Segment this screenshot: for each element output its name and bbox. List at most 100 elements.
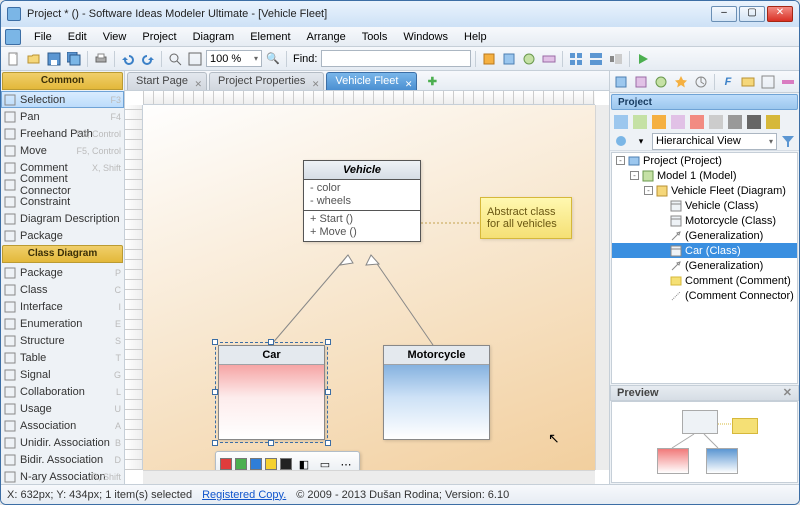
project-tree[interactable]: -Project (Project)-Model 1 (Model)-Vehic…	[611, 152, 798, 384]
rt-btn[interactable]	[612, 113, 630, 131]
tool-common-move[interactable]: MoveF5, Control	[1, 142, 124, 159]
diagram-canvas[interactable]: Vehicle - color - wheels + Start () + Mo…	[143, 105, 595, 470]
tree-node[interactable]: (Comment Connector)	[612, 288, 797, 303]
tb-grid-2[interactable]	[587, 50, 605, 68]
tb-grid-1[interactable]	[567, 50, 585, 68]
zoom-in-button[interactable]: 🔍	[264, 50, 282, 68]
rt-btn[interactable]	[779, 73, 797, 91]
color-swatch-green[interactable]	[235, 458, 247, 470]
tb-extra-3[interactable]	[520, 50, 538, 68]
tb-extra-2[interactable]	[500, 50, 518, 68]
resize-handle[interactable]	[325, 440, 331, 446]
tool-class-unidir-association[interactable]: Unidir. AssociationB	[1, 434, 124, 451]
tool-class-association[interactable]: AssociationA	[1, 417, 124, 434]
tool-common-comment-connector[interactable]: Comment Connector	[1, 176, 124, 193]
menu-arrange[interactable]: Arrange	[300, 29, 353, 45]
menu-file[interactable]: File	[27, 29, 59, 45]
tool-class-signal[interactable]: SignalG	[1, 366, 124, 383]
tool-class-usage[interactable]: UsageU	[1, 400, 124, 417]
rt-btn[interactable]	[745, 113, 763, 131]
redo-button[interactable]	[139, 50, 157, 68]
tb-run-button[interactable]	[634, 50, 652, 68]
system-menu-icon[interactable]	[5, 29, 21, 45]
tool-common-package[interactable]: Package	[1, 227, 124, 244]
tool-class-bidir-association[interactable]: Bidir. AssociationD	[1, 451, 124, 468]
rt-btn[interactable]	[707, 113, 725, 131]
rt-btn[interactable]: F	[719, 73, 737, 91]
open-button[interactable]	[25, 50, 43, 68]
tree-node[interactable]: -Model 1 (Model)	[612, 168, 797, 183]
color-swatch-yellow[interactable]	[265, 458, 277, 470]
border-button[interactable]: ▭	[316, 455, 334, 470]
rt-btn[interactable]	[764, 113, 782, 131]
tree-node[interactable]: Car (Class)	[612, 243, 797, 258]
tab-start-page[interactable]: Start Page✕	[127, 72, 207, 90]
zoom-fit-button[interactable]	[166, 50, 184, 68]
rt-btn[interactable]	[669, 113, 687, 131]
resize-handle[interactable]	[325, 389, 331, 395]
more-button[interactable]: ⋯	[337, 455, 355, 470]
color-swatch-red[interactable]	[220, 458, 232, 470]
rt-btn[interactable]	[612, 132, 630, 150]
rt-btn[interactable]	[650, 113, 668, 131]
tab-project-properties[interactable]: Project Properties✕	[209, 72, 324, 90]
resize-handle[interactable]	[212, 339, 218, 345]
menu-windows[interactable]: Windows	[396, 29, 455, 45]
tool-common-selection[interactable]: SelectionF3	[1, 91, 124, 108]
tab-vehicle-fleet[interactable]: Vehicle Fleet✕	[326, 72, 417, 90]
class-vehicle[interactable]: Vehicle - color - wheels + Start () + Mo…	[303, 160, 421, 242]
zoom-combo[interactable]: 100 %	[206, 50, 262, 67]
tree-node[interactable]: -Vehicle Fleet (Diagram)	[612, 183, 797, 198]
preview-pane[interactable]	[611, 401, 798, 483]
rt-btn[interactable]	[632, 73, 650, 91]
resize-handle[interactable]	[268, 339, 274, 345]
tree-node[interactable]: Motorcycle (Class)	[612, 213, 797, 228]
rt-btn[interactable]	[759, 73, 777, 91]
tool-class-structure[interactable]: StructureS	[1, 332, 124, 349]
tool-class-interface[interactable]: InterfaceI	[1, 298, 124, 315]
rt-btn[interactable]	[692, 73, 710, 91]
tool-common-pan[interactable]: PanF4	[1, 108, 124, 125]
status-registered-link[interactable]: Registered Copy.	[202, 489, 286, 501]
menu-diagram[interactable]: Diagram	[186, 29, 242, 45]
horizontal-scrollbar[interactable]	[143, 470, 595, 484]
print-button[interactable]	[92, 50, 110, 68]
rt-btn[interactable]	[739, 73, 757, 91]
tool-common-freehand-path[interactable]: Freehand PathF3, Control	[1, 125, 124, 142]
class-motorcycle[interactable]: Motorcycle	[383, 345, 490, 440]
fill-button[interactable]: ◧	[295, 455, 313, 470]
menu-element[interactable]: Element	[243, 29, 297, 45]
tb-extra-1[interactable]	[480, 50, 498, 68]
rt-btn[interactable]	[726, 113, 744, 131]
tree-node[interactable]: Vehicle (Class)	[612, 198, 797, 213]
find-input[interactable]	[321, 50, 471, 67]
tool-class-package[interactable]: PackageP	[1, 264, 124, 281]
tool-class-n-ary-association[interactable]: N-ary AssociationR, Shift	[1, 468, 124, 484]
save-button[interactable]	[45, 50, 63, 68]
tool-common-constraint[interactable]: Constraint	[1, 193, 124, 210]
resize-handle[interactable]	[325, 339, 331, 345]
new-tab-button[interactable]: ✚	[423, 72, 441, 90]
minimize-button[interactable]: –	[711, 6, 737, 22]
rt-btn[interactable]	[688, 113, 706, 131]
tb-layout-button[interactable]	[607, 50, 625, 68]
menu-help[interactable]: Help	[457, 29, 494, 45]
color-swatch-blue[interactable]	[250, 458, 262, 470]
tree-node[interactable]: Comment (Comment)	[612, 273, 797, 288]
tool-class-enumeration[interactable]: EnumerationE	[1, 315, 124, 332]
diagram-comment[interactable]: Abstract class for all vehicles	[480, 197, 572, 239]
close-icon[interactable]: ✕	[783, 386, 792, 400]
resize-handle[interactable]	[212, 389, 218, 395]
rt-btn[interactable]	[612, 73, 630, 91]
menu-edit[interactable]: Edit	[61, 29, 94, 45]
maximize-button[interactable]: ▢	[739, 6, 765, 22]
tree-node[interactable]: (Generalization)	[612, 228, 797, 243]
filter-button[interactable]	[779, 132, 797, 150]
tree-node[interactable]: (Generalization)	[612, 258, 797, 273]
menu-tools[interactable]: Tools	[355, 29, 395, 45]
tb-extra-4[interactable]	[540, 50, 558, 68]
close-button[interactable]: ✕	[767, 6, 793, 22]
rt-btn[interactable]	[672, 73, 690, 91]
tree-view-mode[interactable]: Hierarchical View	[652, 133, 777, 150]
new-button[interactable]	[5, 50, 23, 68]
